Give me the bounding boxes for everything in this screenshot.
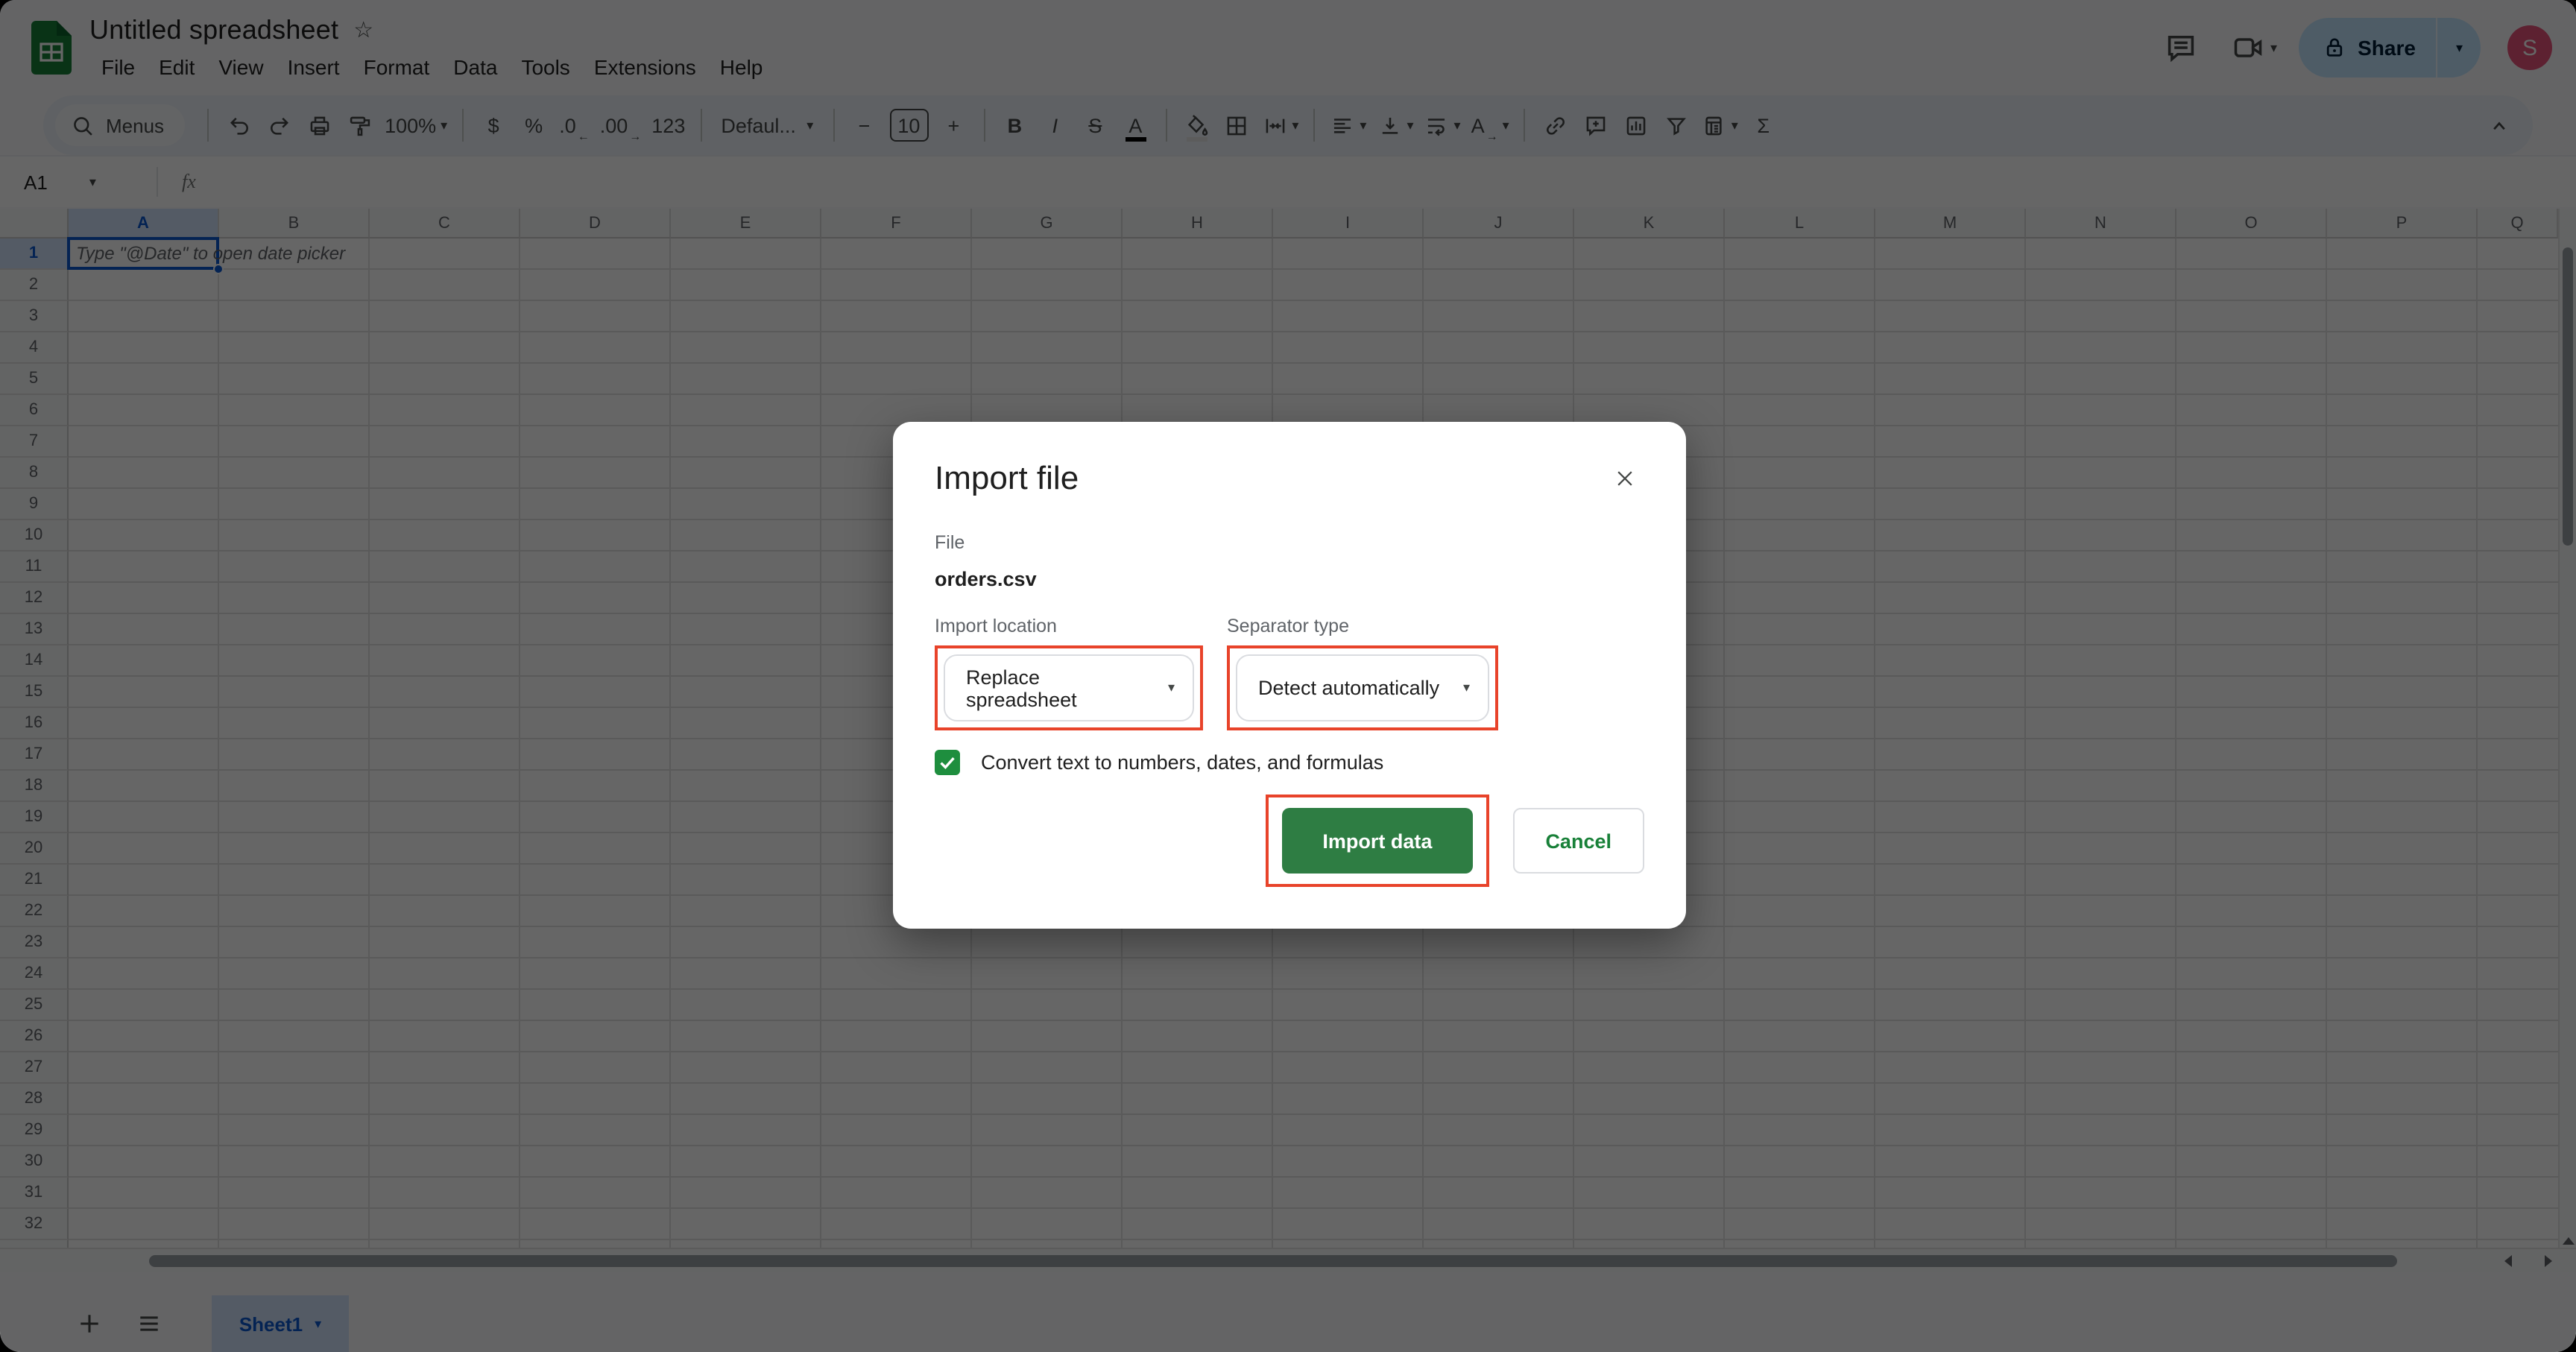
separator-type-label: Separator type (1227, 616, 1349, 636)
import-location-field: Import location Replace spreadsheet ▾ (935, 616, 1203, 730)
import-location-label: Import location (935, 616, 1057, 636)
google-sheets-window: Untitled spreadsheet ☆ FileEditViewInser… (0, 0, 2576, 1352)
convert-text-label: Convert text to numbers, dates, and form… (981, 751, 1384, 774)
chevron-down-icon: ▾ (1167, 680, 1175, 695)
checkmark-icon (940, 757, 955, 769)
annotation-box-separator-type: Detect automatically ▾ (1227, 645, 1498, 730)
screen: Untitled spreadsheet ☆ FileEditViewInser… (0, 0, 2576, 1352)
cancel-button[interactable]: Cancel (1512, 808, 1644, 874)
chevron-down-icon: ▾ (1462, 680, 1470, 695)
convert-text-checkbox[interactable] (935, 750, 960, 775)
close-icon[interactable] (1606, 459, 1644, 498)
import-data-button[interactable]: Import data (1282, 808, 1473, 874)
annotation-box-import-data: Import data (1266, 795, 1489, 887)
filename: orders.csv (935, 568, 1037, 590)
import-file-dialog: Import file File orders.csv Import locat… (893, 422, 1686, 929)
separator-type-select[interactable]: Detect automatically ▾ (1236, 654, 1489, 721)
import-location-select[interactable]: Replace spreadsheet ▾ (944, 654, 1194, 721)
separator-type-field: Separator type Detect automatically ▾ (1227, 616, 1498, 730)
annotation-box-import-location: Replace spreadsheet ▾ (935, 645, 1203, 730)
dialog-title: Import file (935, 459, 1079, 496)
file-label: File (935, 532, 965, 553)
